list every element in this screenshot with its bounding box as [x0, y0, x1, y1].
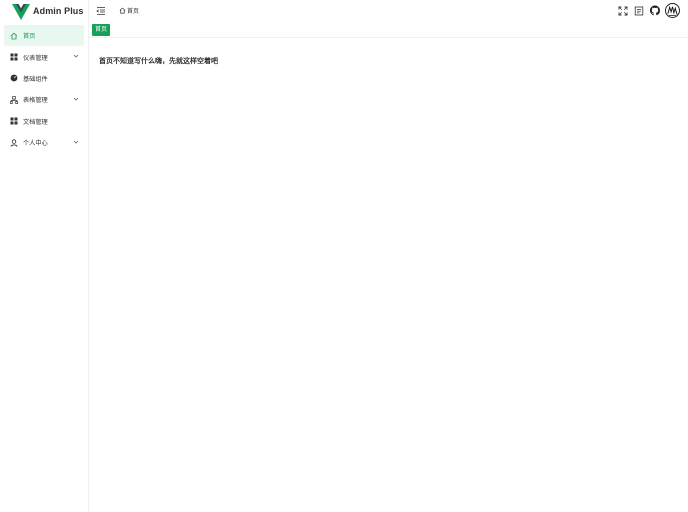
sidebar-item-home[interactable]: 首页: [4, 25, 84, 47]
grid-icon: [10, 53, 18, 61]
sidebar-item-table-management[interactable]: 表格管理: [0, 89, 88, 110]
chevron-down-icon[interactable]: [73, 53, 79, 59]
github-icon[interactable]: [650, 5, 660, 16]
sidebar-item-dashboard-management[interactable]: 仪表管理: [0, 46, 88, 67]
sidebar-item-label: 个人中心: [23, 140, 48, 148]
avatar[interactable]: [665, 3, 680, 18]
sidebar-item-label: 基础组件: [23, 75, 48, 83]
tag-home[interactable]: 首页: [92, 24, 111, 36]
breadcrumb-item[interactable]: 首页: [127, 6, 139, 15]
sidebar-menu: 首页 仪表管理 基础组件 表格管理 文档管理 个人中心: [0, 25, 88, 153]
home-icon: [10, 32, 18, 40]
app-root: Admin Plus 首页 仪表管理 基础组件 表格管理 文档管理 个人中心 首…: [0, 0, 688, 512]
sidebar-item-label: 表格管理: [23, 97, 48, 105]
document-icon[interactable]: [634, 6, 644, 16]
top-header: 首页: [89, 0, 688, 22]
header-toolbar: [612, 3, 680, 18]
menu-collapse-icon[interactable]: [96, 6, 106, 16]
sidebar-item-label: 文档管理: [23, 118, 48, 126]
vue-logo-icon: [12, 3, 30, 20]
sidebar-item-basic-components[interactable]: 基础组件: [0, 68, 88, 89]
tags-bar: 首页: [89, 22, 688, 38]
page-message: 首页不知道写什么嗨，先就这样空着吧: [99, 57, 218, 65]
table-icon: [10, 96, 18, 104]
chevron-down-icon[interactable]: [73, 96, 79, 102]
breadcrumb: 首页: [119, 6, 139, 15]
home-icon: [119, 7, 126, 14]
sidebar-item-label: 仪表管理: [23, 54, 48, 62]
chevron-down-icon[interactable]: [73, 139, 79, 145]
app-title: Admin Plus: [33, 6, 84, 16]
grid-icon: [10, 117, 18, 125]
sidebar: Admin Plus 首页 仪表管理 基础组件 表格管理 文档管理 个人中心: [0, 0, 89, 512]
dashboard-icon: [10, 74, 18, 82]
logo[interactable]: Admin Plus: [0, 0, 88, 22]
fullscreen-icon[interactable]: [618, 6, 628, 16]
sidebar-item-personal-center[interactable]: 个人中心: [0, 132, 88, 153]
sidebar-item-document-management[interactable]: 文档管理: [0, 111, 88, 132]
user-icon: [10, 139, 18, 147]
main-content: 首页不知道写什么嗨，先就这样空着吧: [89, 38, 688, 512]
sidebar-item-label: 首页: [23, 33, 36, 41]
